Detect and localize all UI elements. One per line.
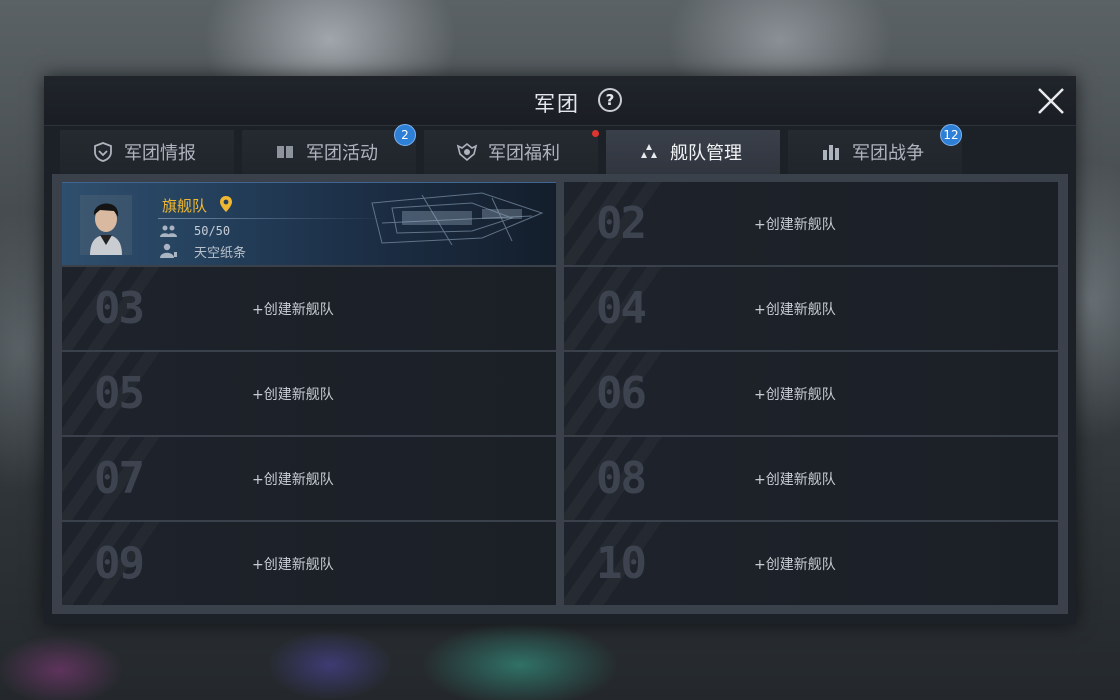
fleet-slot-04[interactable]: 04 +创建新舰队 — [564, 267, 1058, 350]
slot-number: 10 — [596, 538, 647, 589]
fleet-slot-06[interactable]: 06 +创建新舰队 — [564, 352, 1058, 435]
fleet-slot-02[interactable]: 02 +创建新舰队 — [564, 182, 1058, 265]
create-fleet-button[interactable]: +创建新舰队 — [252, 469, 334, 489]
fleet-list-area: 旗舰队 50/50 天空纸条 02 +创建新舰队 03 +创建新舰队 04 +创… — [52, 174, 1068, 614]
red-dot-indicator — [592, 130, 599, 137]
tab-label: 舰队管理 — [670, 143, 742, 164]
starship-artwork — [371, 192, 544, 246]
shield-icon — [94, 142, 112, 162]
create-fleet-button[interactable]: +创建新舰队 — [754, 214, 836, 234]
slot-number: 06 — [596, 368, 647, 419]
create-fleet-button[interactable]: +创建新舰队 — [754, 469, 836, 489]
create-fleet-button[interactable]: +创建新舰队 — [754, 554, 836, 574]
tab-label: 军团情报 — [124, 143, 196, 164]
divider — [158, 218, 388, 219]
tab-fleet-management[interactable]: 舰队管理 — [606, 130, 780, 174]
fleet-slot-03[interactable]: 03 +创建新舰队 — [62, 267, 556, 350]
fleet-icon — [641, 144, 657, 158]
fleet-slot-09[interactable]: 09 +创建新舰队 — [62, 522, 556, 605]
create-fleet-button[interactable]: +创建新舰队 — [754, 384, 836, 404]
tab-label: 军团活动 — [306, 143, 378, 164]
fleet-slot-07[interactable]: 07 +创建新舰队 — [62, 437, 556, 520]
member-count: 50/50 — [194, 224, 231, 238]
commander-avatar — [80, 195, 132, 255]
flagship-name: 旗舰队 — [162, 197, 208, 215]
create-fleet-button[interactable]: +创建新舰队 — [252, 384, 334, 404]
slot-number: 04 — [596, 283, 647, 334]
fleet-slot-08[interactable]: 08 +创建新舰队 — [564, 437, 1058, 520]
location-pin-icon — [220, 196, 232, 212]
title-bar: 军团 ? — [44, 76, 1076, 126]
legion-panel: 军团 ? 军团情报 军团活动 2 军团福利 舰队管理 军团战争 12 旗舰队 5… — [44, 76, 1076, 624]
tab-legion-intel[interactable]: 军团情报 — [60, 130, 234, 174]
fleet-slot-flagship[interactable]: 旗舰队 50/50 天空纸条 — [62, 182, 556, 265]
slot-number: 09 — [94, 538, 145, 589]
window-title: 军团 — [534, 92, 580, 116]
tab-legion-war[interactable]: 军团战争 12 — [788, 124, 962, 174]
tab-bar: 军团情报 军团活动 2 军团福利 舰队管理 军团战争 12 — [60, 124, 1060, 174]
fleet-grid: 旗舰队 50/50 天空纸条 02 +创建新舰队 03 +创建新舰队 04 +创… — [62, 182, 1058, 608]
create-fleet-button[interactable]: +创建新舰队 — [754, 299, 836, 319]
leader-icon — [160, 243, 177, 258]
create-fleet-button[interactable]: +创建新舰队 — [252, 299, 334, 319]
tab-legion-welfare[interactable]: 军团福利 — [424, 130, 599, 174]
members-icon — [160, 225, 177, 237]
notification-badge: 12 — [940, 124, 962, 146]
close-icon[interactable] — [1034, 84, 1068, 118]
fleet-leader-name: 天空纸条 — [194, 246, 247, 261]
help-icon[interactable]: ? — [598, 88, 622, 112]
create-fleet-button[interactable]: +创建新舰队 — [252, 554, 334, 574]
slot-number: 02 — [596, 198, 647, 249]
slot-number: 05 — [94, 368, 145, 419]
emblem-icon — [456, 142, 478, 162]
slot-number: 07 — [94, 453, 145, 504]
notification-badge: 2 — [394, 124, 416, 146]
war-icon — [823, 145, 839, 160]
slot-number: 03 — [94, 283, 145, 334]
fleet-slot-05[interactable]: 05 +创建新舰队 — [62, 352, 556, 435]
fleet-slot-10[interactable]: 10 +创建新舰队 — [564, 522, 1058, 605]
slot-number: 08 — [596, 453, 647, 504]
book-icon — [277, 146, 293, 158]
tab-label: 军团福利 — [488, 143, 560, 164]
tab-label: 军团战争 — [852, 143, 924, 164]
tab-legion-activity[interactable]: 军团活动 2 — [242, 124, 416, 174]
